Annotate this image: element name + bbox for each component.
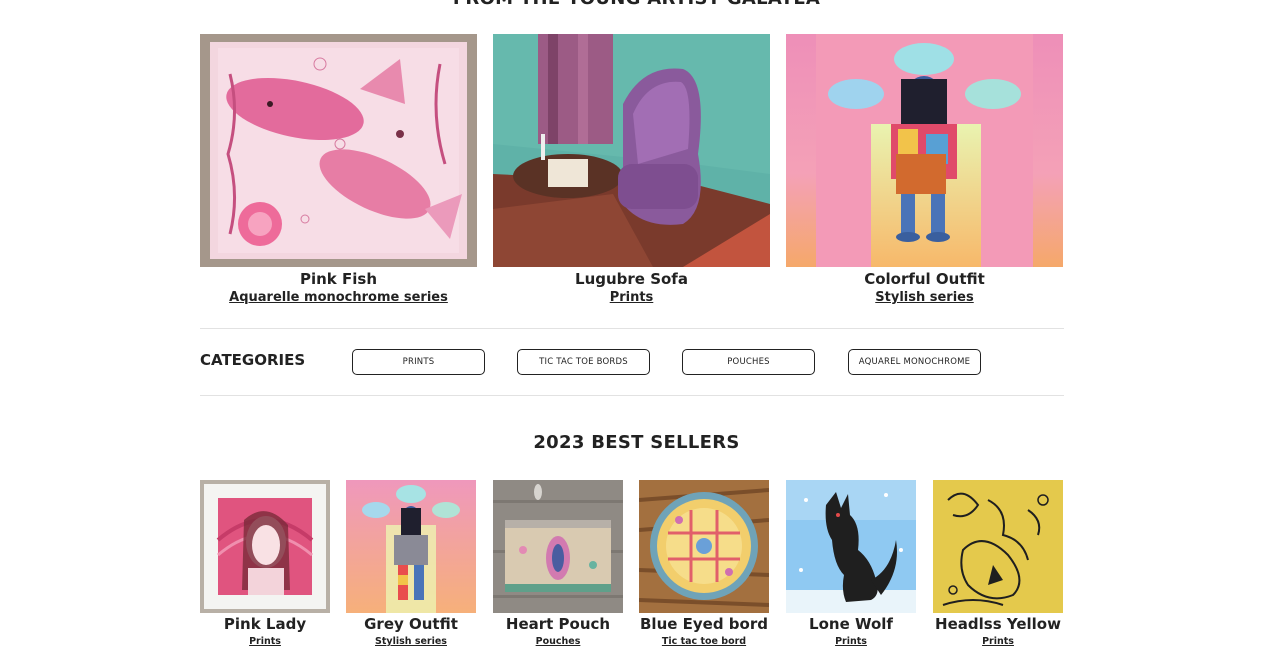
featured-card-lugubre-sofa[interactable]: Lugubre Sofa Prints (493, 34, 770, 305)
best-seller-item-name: Pink Lady (223, 615, 307, 633)
category-button-aquarel-monochrome[interactable]: AQUAREL MONOCHROME (848, 349, 981, 375)
pink-fish-artwork-image[interactable] (200, 34, 477, 267)
featured-card-pink-fish[interactable]: Pink Fish Aquarelle monochrome series (200, 34, 477, 305)
best-seller-card-pink-lady[interactable]: Pink Lady Prints (200, 480, 330, 647)
heart-pouch-artwork-image[interactable] (493, 480, 623, 613)
divider (200, 328, 1064, 329)
best-seller-item-category-link[interactable]: Prints (200, 636, 330, 647)
best-seller-item-name: Lone Wolf (809, 615, 893, 633)
best-seller-card-heart-pouch[interactable]: Heart Pouch Pouches (493, 480, 623, 647)
category-button-prints[interactable]: PRINTS (352, 349, 485, 375)
best-seller-card-grey-outfit[interactable]: Grey Outfit Stylish series (346, 480, 476, 647)
featured-item-category-link[interactable]: Stylish series (786, 290, 1063, 305)
featured-item-name: Colorful Outfit (864, 270, 985, 288)
featured-item-name: Pink Fish (299, 270, 377, 288)
category-button-tic-tac-toe-bords[interactable]: TIC TAC TOE BORDS (517, 349, 650, 375)
featured-item-category-link[interactable]: Aquarelle monochrome series (200, 290, 477, 305)
best-seller-item-name: Blue Eyed bord (640, 615, 768, 633)
divider (200, 395, 1064, 396)
category-button-pouches[interactable]: POUCHES (682, 349, 815, 375)
lugubre-sofa-artwork-image[interactable] (493, 34, 770, 267)
featured-card-colorful-outfit[interactable]: Colorful Outfit Stylish series (786, 34, 1063, 305)
best-seller-card-blue-eyed-bord[interactable]: Blue Eyed bord Tic tac toe bord (639, 480, 769, 647)
categories-label: CATEGORIES (200, 351, 306, 369)
grey-outfit-artwork-image[interactable] (346, 480, 476, 613)
best-seller-card-headlss-yellow[interactable]: Headlss Yellow Prints (933, 480, 1063, 647)
best-sellers-title: 2023 BEST SELLERS (533, 432, 740, 453)
best-seller-item-name: Grey Outfit (364, 615, 458, 633)
featured-item-category-link[interactable]: Prints (493, 290, 770, 305)
best-seller-item-name: Headlss Yellow (935, 615, 1061, 633)
best-seller-item-category-link[interactable]: Pouches (493, 636, 623, 647)
best-seller-item-category-link[interactable]: Prints (933, 636, 1063, 647)
headlss-yellow-artwork-image[interactable] (933, 480, 1063, 613)
featured-section-title: FROM THE YOUNG ARTIST GALATEA (0, 0, 1273, 9)
best-seller-card-lone-wolf[interactable]: Lone Wolf Prints (786, 480, 916, 647)
blue-eyed-bord-artwork-image[interactable] (639, 480, 769, 613)
best-seller-item-category-link[interactable]: Tic tac toe bord (639, 636, 769, 647)
lone-wolf-artwork-image[interactable] (786, 480, 916, 613)
best-seller-item-category-link[interactable]: Stylish series (346, 636, 476, 647)
colorful-outfit-artwork-image[interactable] (786, 34, 1063, 267)
featured-item-name: Lugubre Sofa (575, 270, 688, 288)
best-seller-item-name: Heart Pouch (505, 615, 611, 633)
pink-lady-artwork-image[interactable] (200, 480, 330, 613)
best-seller-item-category-link[interactable]: Prints (786, 636, 916, 647)
